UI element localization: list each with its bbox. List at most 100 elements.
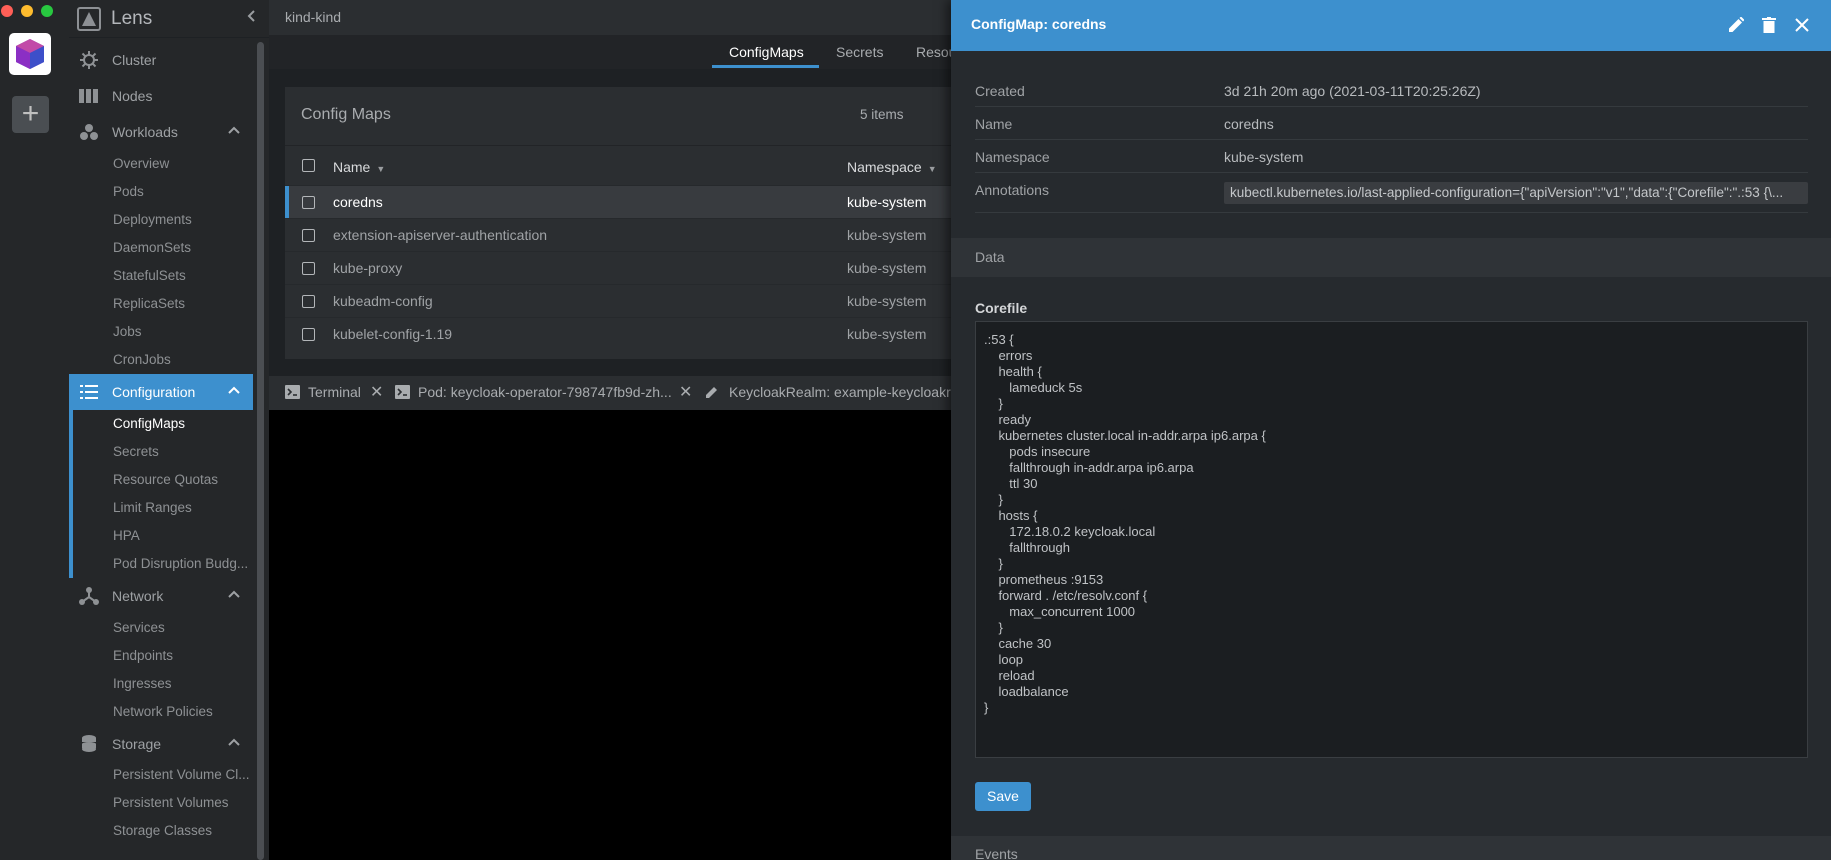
- add-cluster-button[interactable]: +: [12, 96, 49, 133]
- terminal-area[interactable]: [269, 410, 951, 860]
- sidebar-item-replicasets[interactable]: ReplicaSets: [113, 296, 185, 311]
- lens-logo-icon: [77, 6, 101, 31]
- chevron-up-icon[interactable]: [227, 735, 241, 752]
- sidebar-item-configmaps[interactable]: ConfigMaps: [113, 416, 185, 431]
- tab-configmaps[interactable]: ConfigMaps: [729, 44, 804, 60]
- sidebar-item-label: Storage: [112, 736, 162, 752]
- sidebar-item-deployments[interactable]: Deployments: [113, 212, 192, 227]
- sidebar-item-hpa[interactable]: HPA: [113, 528, 140, 543]
- chevron-up-icon[interactable]: [227, 123, 241, 140]
- hotbar: +: [0, 0, 69, 860]
- terminal-icon: [285, 385, 300, 399]
- sidebar-scrollbar[interactable]: [257, 42, 264, 860]
- row-checkbox[interactable]: [302, 328, 315, 341]
- column-header-name[interactable]: Name ▼: [333, 159, 385, 175]
- sidebar-item-cronjobs[interactable]: CronJobs: [113, 352, 171, 367]
- sidebar-item-daemonsets[interactable]: DaemonSets: [113, 240, 191, 255]
- row-namespace: kube-system: [847, 260, 927, 276]
- column-header-namespace[interactable]: Namespace ▼: [847, 159, 937, 175]
- row-checkbox[interactable]: [302, 196, 315, 209]
- table-header: Name ▼ Namespace ▼: [285, 145, 951, 185]
- configmaps-panel: Config Maps 5 items Name ▼ Namespace ▼ cor…: [285, 87, 951, 359]
- sidebar-item-label: Cluster: [112, 52, 157, 68]
- meta-name: Name coredns: [975, 107, 1808, 140]
- save-button[interactable]: Save: [975, 782, 1031, 811]
- sidebar-item-secrets[interactable]: Secrets: [113, 444, 159, 459]
- sidebar-item-storage[interactable]: Storage: [69, 726, 253, 762]
- dock-tab-label: Terminal: [308, 384, 361, 400]
- meta-created: Created 3d 21h 20m ago (2021-03-11T20:25…: [975, 74, 1808, 107]
- table-row[interactable]: coredns kube-system: [285, 185, 951, 219]
- corefile-textarea[interactable]: .:53 { errors health { lameduck 5s } rea…: [975, 321, 1808, 758]
- sidebar-item-configuration[interactable]: Configuration: [69, 374, 253, 410]
- minimize-window-button[interactable]: [21, 5, 33, 17]
- sidebar-item-limit-ranges[interactable]: Limit Ranges: [113, 500, 192, 515]
- row-name: extension-apiserver-authentication: [333, 227, 548, 243]
- close-icon[interactable]: ✕: [370, 382, 383, 402]
- edit-pencil-icon[interactable]: [1725, 14, 1747, 36]
- sidebar-item-pod-disruption-budgets[interactable]: Pod Disruption Budg...: [113, 556, 248, 571]
- corefile-label: Corefile: [975, 300, 1028, 316]
- network-icon: [78, 587, 100, 605]
- dock-tab-pod-shell[interactable]: Pod: keycloak-operator-798747fb9d-zh...: [395, 384, 672, 400]
- annotation-badge[interactable]: kubectl.kubernetes.io/last-applied-confi…: [1224, 182, 1808, 204]
- table-row[interactable]: kubelet-config-1.19 kube-system: [285, 317, 951, 350]
- column-header-namespace-label: Namespace: [847, 159, 922, 175]
- meta-label: Created: [975, 83, 1025, 99]
- workloads-cubes-icon: [78, 123, 100, 141]
- sidebar-item-services[interactable]: Services: [113, 620, 165, 635]
- tab-secrets[interactable]: Secrets: [836, 44, 883, 60]
- select-all-checkbox[interactable]: [302, 159, 315, 172]
- row-namespace: kube-system: [847, 326, 927, 342]
- sidebar-item-persistent-volumes[interactable]: Persistent Volumes: [113, 795, 229, 810]
- table-row[interactable]: kube-proxy kube-system: [285, 251, 951, 284]
- meta-value: coredns: [1224, 116, 1274, 132]
- sidebar-item-network-policies[interactable]: Network Policies: [113, 704, 213, 719]
- main-content: kind-kind ConfigMaps Secrets Resou Confi…: [269, 0, 959, 860]
- sidebar-item-statefulsets[interactable]: StatefulSets: [113, 268, 186, 283]
- meta-value: 3d 21h 20m ago (2021-03-11T20:25:26Z): [1224, 83, 1481, 99]
- sidebar-item-jobs[interactable]: Jobs: [113, 324, 142, 339]
- sidebar-item-label: Nodes: [112, 88, 153, 104]
- row-checkbox[interactable]: [302, 295, 315, 308]
- resource-tabs: ConfigMaps Secrets Resou: [269, 35, 956, 69]
- cluster-topbar: kind-kind: [269, 0, 951, 35]
- sidebar-item-pods[interactable]: Pods: [113, 184, 144, 199]
- sidebar-item-workloads[interactable]: Workloads: [69, 114, 253, 150]
- events-section-header: Events: [951, 836, 1831, 860]
- dock-tab-terminal[interactable]: Terminal: [285, 384, 361, 400]
- row-name: kubeadm-config: [333, 293, 433, 309]
- sidebar-item-resource-quotas[interactable]: Resource Quotas: [113, 472, 218, 487]
- row-checkbox[interactable]: [302, 229, 315, 242]
- sidebar-item-endpoints[interactable]: Endpoints: [113, 648, 173, 663]
- sidebar-item-overview[interactable]: Overview: [113, 156, 169, 171]
- terminal-icon: [395, 385, 410, 399]
- row-checkbox[interactable]: [302, 262, 315, 275]
- sidebar-item-storage-classes[interactable]: Storage Classes: [113, 823, 212, 838]
- meta-label: Namespace: [975, 149, 1050, 165]
- chevron-up-icon[interactable]: [227, 587, 241, 604]
- table-row[interactable]: kubeadm-config kube-system: [285, 284, 951, 317]
- cluster-cube-icon[interactable]: [9, 33, 51, 75]
- close-icon[interactable]: ✕: [679, 382, 692, 402]
- sidebar-header: Lens: [69, 0, 269, 38]
- meta-value: kube-system: [1224, 149, 1304, 165]
- sort-caret-icon: ▼: [927, 164, 937, 174]
- dock-tab-label: Pod: keycloak-operator-798747fb9d-zh...: [418, 384, 672, 400]
- delete-trash-icon[interactable]: [1758, 14, 1780, 36]
- chevron-up-icon[interactable]: [227, 383, 241, 400]
- close-window-button[interactable]: [1, 5, 13, 17]
- maximize-window-button[interactable]: [41, 5, 53, 17]
- table-row[interactable]: extension-apiserver-authentication kube-…: [285, 218, 951, 251]
- sidebar-item-persistent-volume-claims[interactable]: Persistent Volume Cl...: [113, 767, 250, 782]
- close-icon[interactable]: [1791, 14, 1813, 36]
- dock-tab-edit-resource[interactable]: KeycloakRealm: example-keycloakre: [705, 384, 959, 400]
- sidebar-item-ingresses[interactable]: Ingresses: [113, 676, 172, 691]
- database-icon: [78, 735, 100, 753]
- sidebar-item-cluster[interactable]: Cluster: [69, 42, 253, 78]
- sidebar-item-network[interactable]: Network: [69, 578, 253, 614]
- item-count: 5 items: [860, 107, 904, 122]
- sidebar-item-nodes[interactable]: Nodes: [69, 78, 253, 114]
- row-name: kubelet-config-1.19: [333, 326, 453, 342]
- collapse-sidebar-icon[interactable]: [245, 9, 259, 28]
